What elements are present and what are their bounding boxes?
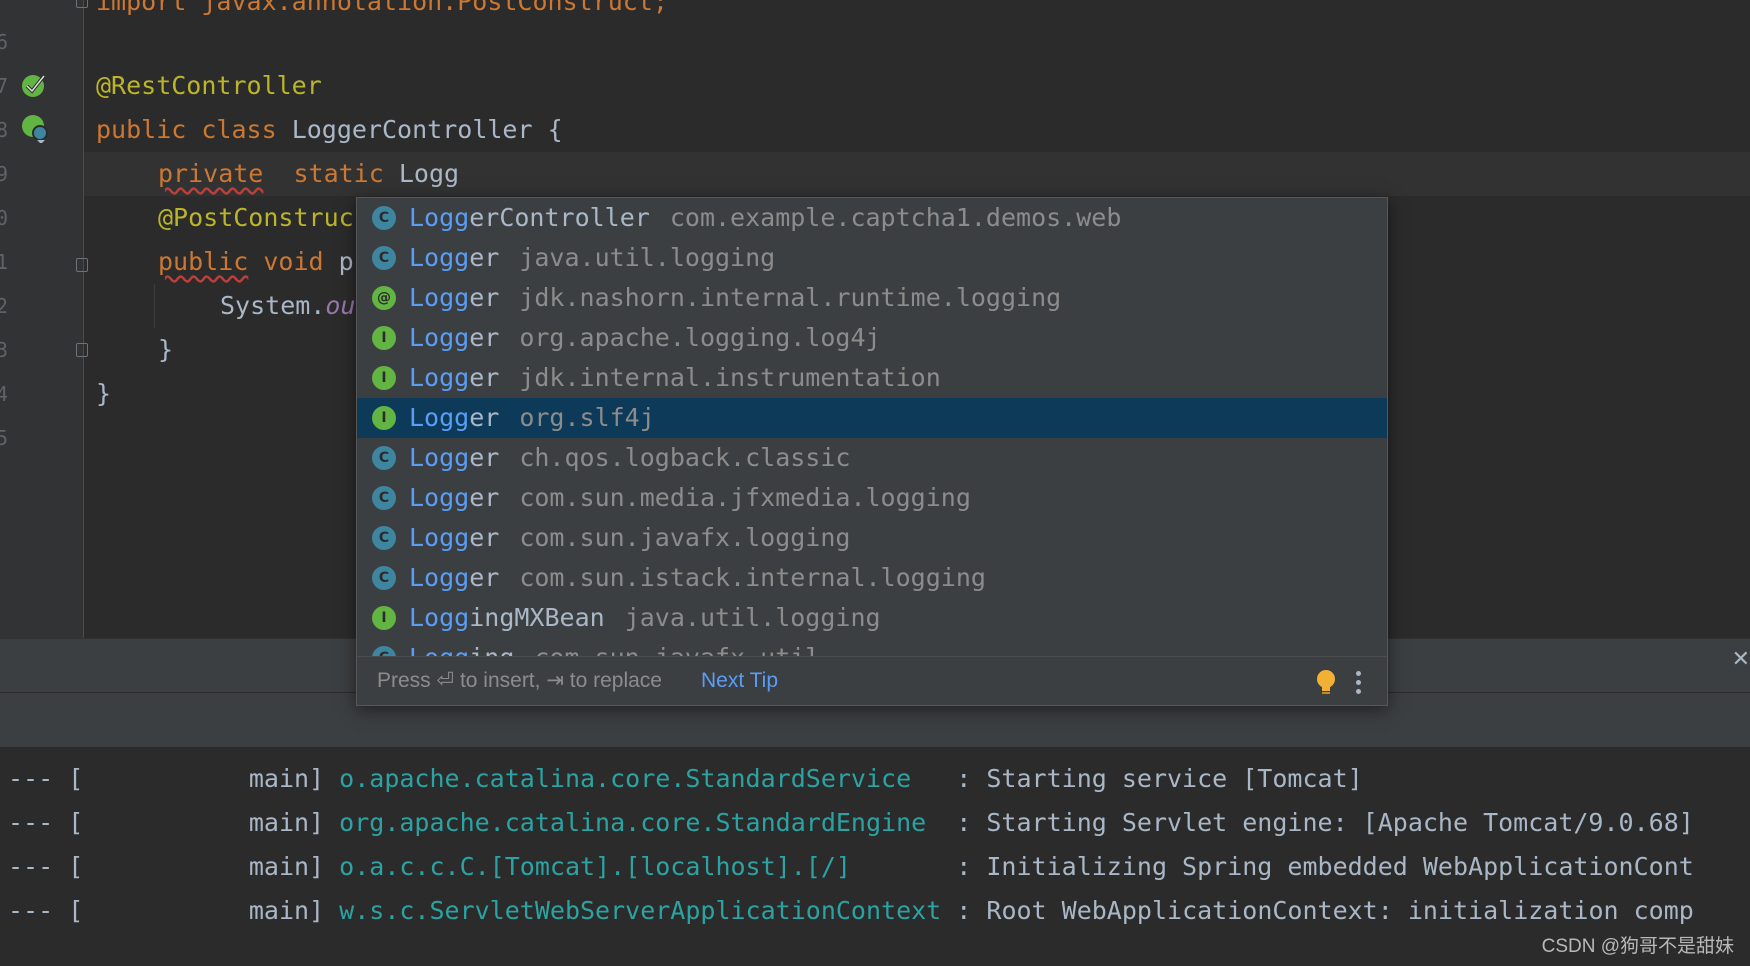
code-line-annotation: @RestController (96, 71, 322, 100)
console-line: --- [ main] w.s.c.ServletWebServerApplic… (8, 896, 1694, 925)
completion-item[interactable]: C Logger com.sun.istack.internal.logging (357, 558, 1387, 598)
run-console[interactable]: --- [ main] o.apache.catalina.core.Stand… (0, 747, 1750, 966)
indent-guide (154, 284, 155, 328)
next-tip-link[interactable]: Next Tip (701, 657, 778, 705)
fold-marker-icon[interactable] (76, 0, 88, 8)
class-icon: C (372, 446, 396, 470)
completion-item[interactable]: C Logger ch.qos.logback.classic (357, 438, 1387, 478)
interface-icon: I (372, 406, 396, 430)
spring-controller-icon[interactable] (20, 113, 50, 143)
fold-marker-icon[interactable] (76, 258, 88, 272)
class-icon: C (372, 526, 396, 550)
class-icon: C (372, 646, 396, 656)
completion-item[interactable]: C Loggingcom.sun.javafx.util (357, 638, 1387, 656)
annotation-icon: @ (372, 286, 396, 310)
completion-footer: Press ⏎ to insert, ⇥ to replace Next Tip (357, 656, 1387, 705)
line-number: 3 (0, 338, 9, 362)
completion-item[interactable]: C Logger java.util.logging (357, 238, 1387, 278)
line-number: 4 (0, 382, 9, 406)
editor-gutter: 6 7 8 9 0 1 2 3 4 5 (0, 0, 84, 638)
completion-list[interactable]: C LoggerController com.example.captcha1.d… (357, 198, 1387, 656)
code-line-println: System.ou (220, 291, 356, 320)
class-icon: C (372, 246, 396, 270)
code-line-close-method: } (158, 335, 174, 364)
line-number: 5 (0, 426, 9, 450)
class-icon: C (372, 486, 396, 510)
insert-hint: Press ⏎ to insert, ⇥ to replace (377, 669, 662, 692)
lightbulb-icon[interactable] (1314, 669, 1338, 697)
completion-item[interactable]: I Logger jdk.internal.instrumentation (357, 358, 1387, 398)
completion-item[interactable]: I LoggingMXBean java.util.logging (357, 598, 1387, 638)
code-line-close-class: } (96, 379, 112, 408)
console-line: --- [ main] o.a.c.c.C.[Tomcat].[localhos… (8, 852, 1694, 881)
interface-icon: I (372, 326, 396, 350)
interface-icon: I (372, 366, 396, 390)
line-number: 7 (0, 74, 9, 98)
line-number: 9 (0, 162, 9, 186)
spring-bean-icon[interactable] (20, 70, 50, 100)
line-number: 1 (0, 250, 9, 274)
gutter-separator (83, 0, 84, 638)
completion-item[interactable]: @ Logger jdk.nashorn.internal.runtime.log… (357, 278, 1387, 318)
more-options-icon[interactable] (1353, 669, 1363, 695)
interface-icon: I (372, 606, 396, 630)
completion-item[interactable]: C Logger com.sun.javafx.logging (357, 518, 1387, 558)
class-icon: C (372, 206, 396, 230)
line-number: 2 (0, 294, 9, 318)
code-line-class-declaration: public class LoggerController { (96, 115, 563, 144)
completion-item[interactable]: I Logger org.apache.logging.log4j (357, 318, 1387, 358)
fold-marker-icon[interactable] (76, 343, 88, 357)
console-line: --- [ main] org.apache.catalina.core.Sta… (8, 808, 1694, 837)
completion-item-selected[interactable]: I Logger org.slf4j (357, 398, 1387, 438)
code-completion-popup[interactable]: C LoggerController com.example.captcha1.d… (356, 197, 1388, 706)
code-line-postconstruct: @PostConstruc (158, 203, 354, 232)
line-number: 0 (0, 206, 9, 230)
code-line-import: import javax.annotation.PostConstruct; (96, 0, 668, 16)
close-icon[interactable]: ✕ (1732, 647, 1750, 672)
line-number: 8 (0, 118, 9, 142)
completion-item[interactable]: C LoggerController com.example.captcha1.d… (357, 198, 1387, 238)
completion-item[interactable]: C Logger com.sun.media.jfxmedia.logging (357, 478, 1387, 518)
code-line-method: public void p (158, 247, 354, 276)
line-number: 6 (0, 30, 9, 54)
watermark: CSDN @狗哥不是甜妹 (1541, 936, 1734, 957)
class-icon: C (372, 566, 396, 590)
console-line: --- [ main] o.apache.catalina.core.Stand… (8, 764, 1363, 793)
code-line-current: private static Logg (158, 159, 460, 188)
